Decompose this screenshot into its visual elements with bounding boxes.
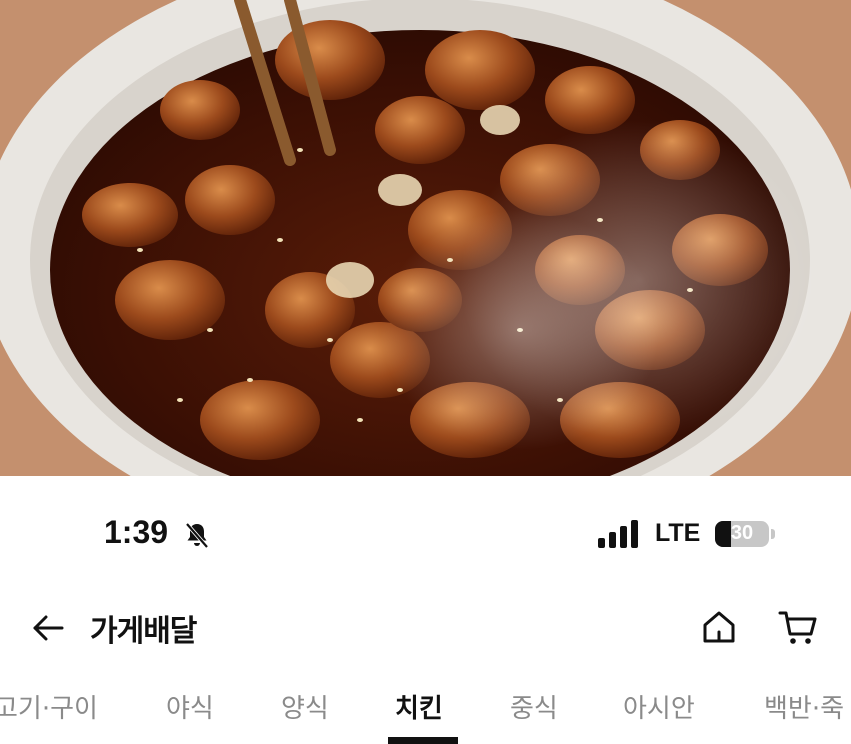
signal-bars-icon xyxy=(598,520,638,548)
status-time: 1:39 xyxy=(104,514,169,550)
network-type: LTE xyxy=(655,519,701,547)
tab-chinese[interactable]: 중식 xyxy=(510,688,558,725)
tab-korean-meal[interactable]: 백반·죽 xyxy=(764,688,844,725)
cart-icon[interactable] xyxy=(777,608,819,646)
tab-late-night[interactable]: 야식 xyxy=(166,688,214,725)
home-icon[interactable] xyxy=(700,608,738,646)
battery-nub xyxy=(771,529,775,539)
active-tab-indicator xyxy=(388,737,458,744)
status-bar: 1:39 LTE 30 xyxy=(0,476,851,594)
battery-icon: 30 xyxy=(715,521,769,547)
page-title: 가게배달 xyxy=(90,614,197,649)
battery-percent: 30 xyxy=(730,522,754,544)
tab-asian[interactable]: 아시안 xyxy=(623,688,695,725)
tab-meat-grill[interactable]: 고기·구이 xyxy=(0,688,98,725)
tab-chicken[interactable]: 치킨 xyxy=(395,688,443,725)
food-photo-illustration xyxy=(0,0,851,476)
food-photo xyxy=(0,0,851,476)
silent-bell-icon xyxy=(185,522,209,549)
back-arrow-icon[interactable] xyxy=(30,610,66,646)
category-tabs: 고기·구이 야식 양식 치킨 중식 아시안 백반·죽 xyxy=(0,664,851,744)
tab-western[interactable]: 양식 xyxy=(281,688,329,725)
app-header: 가게배달 xyxy=(0,594,851,664)
